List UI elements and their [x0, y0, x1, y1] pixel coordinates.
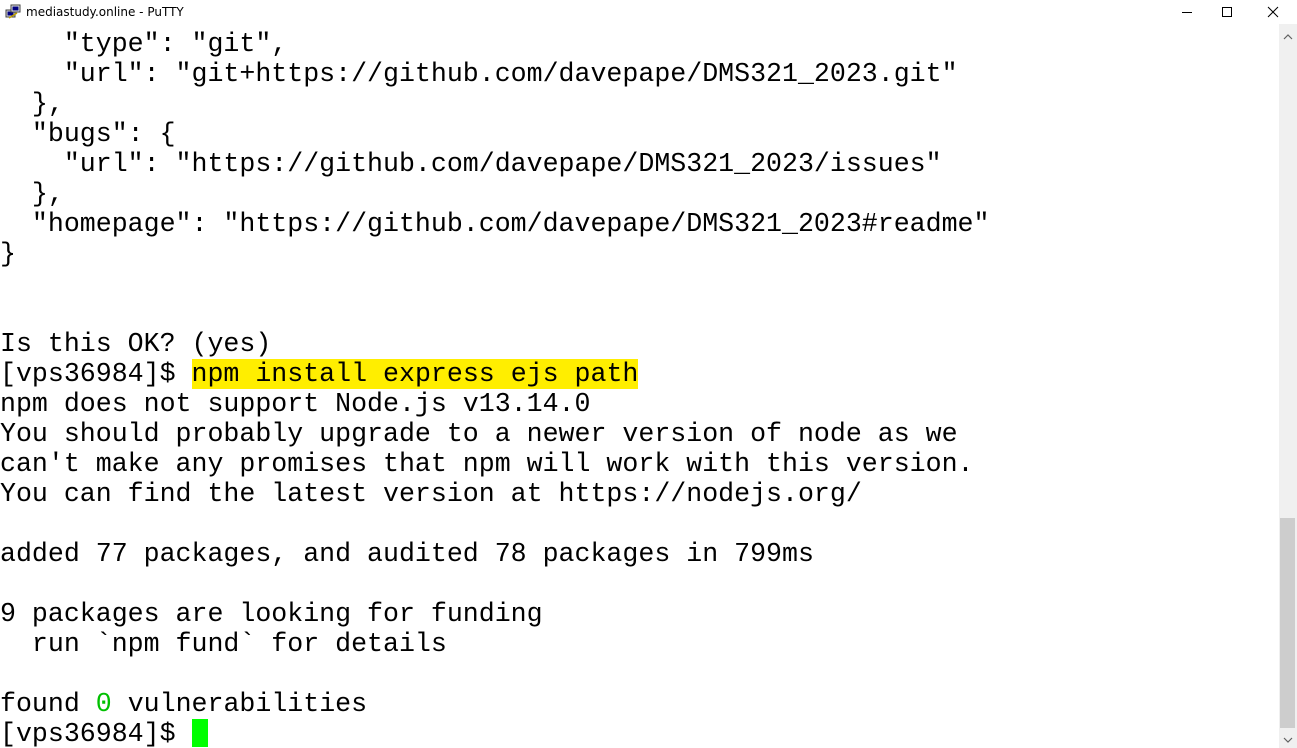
window-title: mediastudy.online - PuTTY — [26, 5, 184, 19]
terminal-line: "bugs": { — [0, 119, 176, 149]
close-icon — [1267, 6, 1278, 18]
terminal-cursor — [191, 719, 208, 747]
minimize-icon — [1181, 12, 1192, 13]
terminal-line: "type": "git", — [0, 29, 288, 59]
vulnerability-count: 0 — [95, 689, 112, 719]
terminal-line: }, — [0, 179, 64, 209]
terminal-line: 9 packages are looking for funding — [0, 599, 543, 629]
terminal-line: run `npm fund` for details — [0, 629, 447, 659]
terminal-line: "homepage": "https://github.com/davepape… — [0, 209, 990, 239]
terminal-line: Is this OK? (yes) — [0, 329, 272, 359]
terminal-line: npm does not support Node.js v13.14.0 — [0, 389, 591, 419]
scroll-up-button[interactable] — [1279, 28, 1297, 45]
active-prompt-line[interactable]: [vps36984]$ — [0, 719, 208, 748]
terminal-line: You can find the latest version at https… — [0, 479, 862, 509]
terminal-line: } — [0, 239, 16, 269]
putty-window: mediastudy.online - PuTTY "type": "git",… — [0, 0, 1297, 748]
putty-icon[interactable] — [5, 4, 21, 20]
close-button[interactable] — [1250, 0, 1295, 24]
scroll-down-button[interactable] — [1279, 731, 1297, 748]
chevron-up-icon — [1283, 33, 1293, 39]
terminal-line: can't make any promises that npm will wo… — [0, 449, 974, 479]
vertical-scrollbar[interactable] — [1279, 24, 1297, 748]
found-suffix: vulnerabilities — [111, 689, 368, 719]
terminal-line: You should probably upgrade to a newer v… — [0, 419, 958, 449]
scrollbar-thumb[interactable] — [1280, 518, 1295, 728]
vulnerabilities-line: found 0 vulnerabilities — [0, 689, 367, 719]
highlighted-command: npm install express ejs path — [191, 359, 639, 389]
maximize-icon — [1221, 7, 1232, 17]
shell-prompt: [vps36984]$ — [0, 719, 192, 748]
terminal-line: "url": "git+https://github.com/davepape/… — [0, 59, 958, 89]
chevron-down-icon — [1283, 737, 1293, 743]
terminal-line: added 77 packages, and audited 78 packag… — [0, 539, 814, 569]
command-line: [vps36984]$ npm install express ejs path — [0, 359, 639, 389]
shell-prompt: [vps36984]$ — [0, 359, 192, 389]
found-prefix: found — [0, 689, 96, 719]
terminal-area[interactable]: "type": "git", "url": "git+https://githu… — [0, 24, 1279, 748]
terminal-line: "url": "https://github.com/davepape/DMS3… — [0, 149, 942, 179]
minimize-button[interactable] — [1164, 0, 1209, 24]
title-bar[interactable]: mediastudy.online - PuTTY — [0, 0, 1297, 24]
terminal-line: }, — [0, 89, 64, 119]
maximize-button[interactable] — [1204, 0, 1249, 24]
